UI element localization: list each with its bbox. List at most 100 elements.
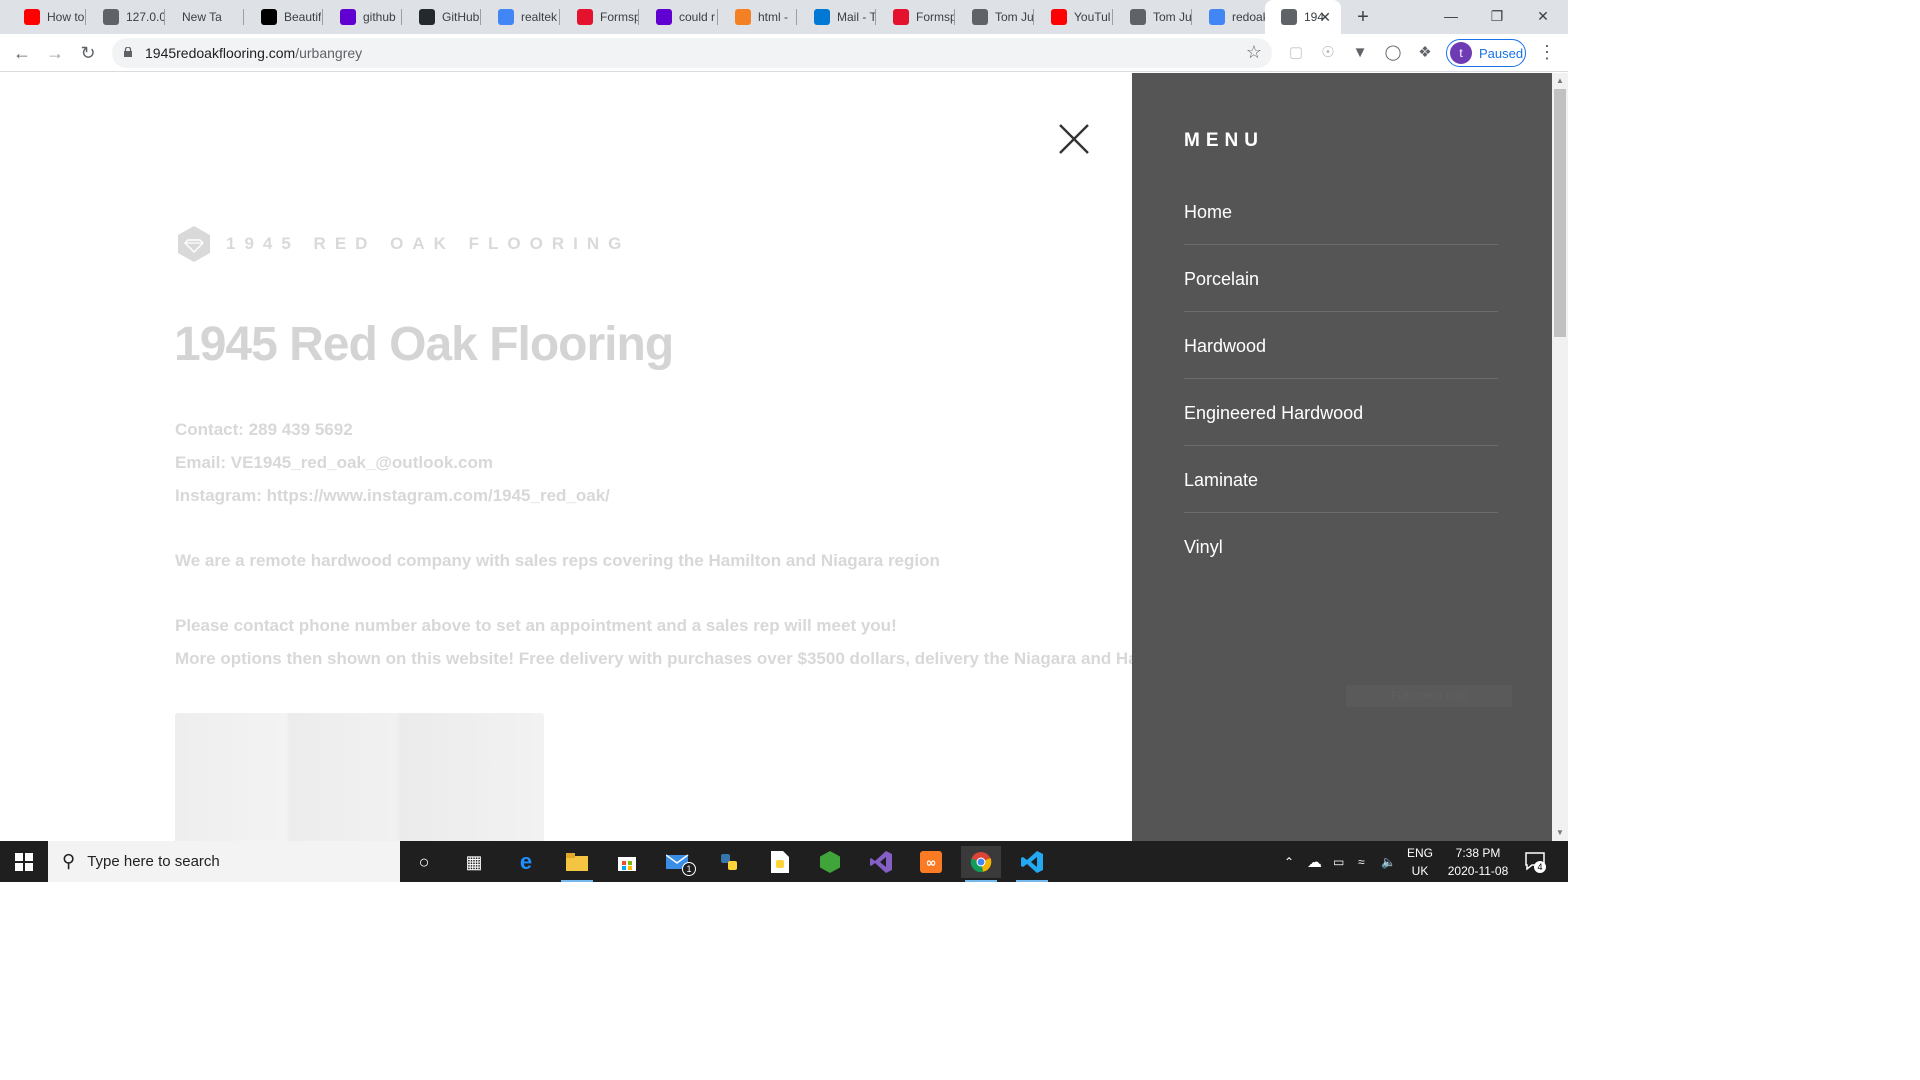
store-icon[interactable]: [607, 846, 647, 878]
window-close-button[interactable]: ✕: [1520, 0, 1566, 34]
tab-separator: [1112, 9, 1113, 25]
tab-separator: [875, 9, 876, 25]
extension-icon[interactable]: ▢: [1286, 43, 1306, 63]
menu-item-hardwood[interactable]: Hardwood: [1184, 312, 1498, 379]
browser-tab[interactable]: Tom Ju: [956, 0, 1034, 34]
extension-icon[interactable]: ☉: [1318, 43, 1338, 63]
menu-item-porcelain[interactable]: Porcelain: [1184, 245, 1498, 312]
taskbar-search-box[interactable]: ⚲ Type here to search: [48, 841, 400, 882]
tab-separator: [85, 9, 86, 25]
page-title: 1945 Red Oak Flooring: [174, 318, 674, 371]
outlook-icon: [814, 9, 830, 25]
task-view-icon[interactable]: ▦: [454, 846, 494, 878]
extension-icon[interactable]: ◯: [1383, 43, 1403, 63]
bookmark-star-icon[interactable]: ☆: [1246, 42, 1262, 63]
reload-icon[interactable]: ↻: [76, 41, 100, 65]
menu-list: Home Porcelain Hardwood Engineered Hardwood…: [1184, 178, 1498, 580]
cortana-icon[interactable]: ○: [404, 846, 444, 878]
back-arrow-icon[interactable]: ←: [10, 41, 34, 65]
xampp-icon[interactable]: ∞: [911, 846, 951, 878]
flooring-image: [175, 713, 544, 841]
chrome-icon[interactable]: [961, 846, 1001, 882]
browser-tab[interactable]: YouTul: [1035, 0, 1113, 34]
browser-tab[interactable]: Beautif: [245, 0, 323, 34]
tab-label: YouTul: [1074, 10, 1111, 24]
clock-time: 7:38 PM: [1455, 846, 1501, 860]
site-logo[interactable]: 1945 RED OAK FLOORING: [176, 225, 630, 263]
volume-icon[interactable]: 🔈: [1381, 841, 1396, 882]
browser-tab[interactable]: 127.0.0: [87, 0, 165, 34]
browser-tab[interactable]: 194 ✕: [1265, 0, 1341, 34]
browser-tab[interactable]: Tom Ju: [1114, 0, 1192, 34]
browser-tab[interactable]: github: [324, 0, 402, 34]
tab-label: realtek: [521, 10, 558, 24]
browser-tab[interactable]: GitHub: [403, 0, 481, 34]
page-scrollbar[interactable]: ▲ ▼: [1552, 73, 1568, 841]
wifi-icon[interactable]: ≈: [1358, 841, 1365, 882]
formspree-icon: [893, 9, 909, 25]
globe-icon: [1130, 9, 1146, 25]
vscode-icon[interactable]: [1012, 846, 1052, 882]
svg-text:∞: ∞: [926, 856, 937, 871]
browser-tab[interactable]: realtek: [482, 0, 560, 34]
menu-item-engineered-hardwood[interactable]: Engineered Hardwood: [1184, 379, 1498, 446]
mail-badge: 1: [682, 862, 696, 876]
browser-tab[interactable]: Mail - T: [798, 0, 876, 34]
tab-separator: [638, 9, 639, 25]
globe-icon: [1281, 9, 1297, 25]
tab-separator: [717, 9, 718, 25]
diamond-logo-icon: [178, 226, 210, 262]
browser-tab[interactable]: html -: [719, 0, 797, 34]
tab-separator: [1191, 9, 1192, 25]
browser-tab[interactable]: could r: [640, 0, 718, 34]
browser-menu-icon[interactable]: ⋮: [1538, 42, 1556, 63]
url-path: /urbangrey: [295, 45, 363, 61]
minimize-button[interactable]: —: [1428, 0, 1474, 34]
language-indicator[interactable]: ENG UK: [1404, 844, 1436, 880]
options-text: More options then shown on this website!…: [175, 649, 1246, 668]
nodejs-icon[interactable]: [810, 846, 850, 878]
scrollbar-thumb[interactable]: [1554, 89, 1566, 337]
windows-start-icon[interactable]: [0, 841, 48, 882]
address-bar[interactable]: 1945redoakflooring.com/urbangrey ☆: [112, 38, 1272, 68]
profile-button[interactable]: t Paused: [1446, 39, 1526, 67]
show-hidden-icons-icon[interactable]: ⌃: [1284, 841, 1294, 882]
onedrive-icon[interactable]: ☁: [1307, 841, 1322, 882]
python-icon[interactable]: [709, 846, 749, 878]
mail-icon[interactable]: 1: [658, 846, 698, 878]
close-icon[interactable]: [1058, 123, 1090, 155]
brand-name: 1945 RED OAK FLOORING: [226, 234, 631, 253]
youtube-icon: [1051, 9, 1067, 25]
tab-label: New Tab: [182, 10, 222, 24]
visual-studio-icon[interactable]: [861, 846, 901, 878]
extensions-puzzle-icon[interactable]: ❖: [1415, 43, 1435, 63]
edge-icon[interactable]: e: [506, 846, 546, 878]
formspree-icon: [577, 9, 593, 25]
python-file-icon[interactable]: [760, 846, 800, 878]
new-tab-button[interactable]: +: [1352, 6, 1374, 28]
tab-close-icon[interactable]: ✕: [1319, 9, 1331, 26]
tab-label: Beautif: [284, 10, 322, 24]
browser-tab[interactable]: How to: [8, 0, 86, 34]
about-text: We are a remote hardwood company with sa…: [175, 551, 940, 570]
tab-label: Tom Ju: [995, 10, 1034, 24]
scroll-up-arrow-icon[interactable]: ▲: [1556, 76, 1564, 85]
battery-icon[interactable]: ▭: [1333, 841, 1344, 882]
forward-arrow-icon[interactable]: →: [43, 41, 67, 65]
browser-tab[interactable]: redoak: [1193, 0, 1271, 34]
browser-tab[interactable]: Formsp: [561, 0, 639, 34]
browser-tab[interactable]: New Tab: [166, 0, 244, 34]
action-center-icon[interactable]: 4: [1524, 850, 1546, 873]
system-clock[interactable]: 7:38 PM 2020-11-08: [1440, 844, 1516, 880]
tab-label: 127.0.0: [126, 10, 165, 24]
file-explorer-icon[interactable]: [557, 846, 597, 882]
menu-item-vinyl[interactable]: Vinyl: [1184, 513, 1498, 580]
tab-separator: [1033, 9, 1034, 25]
scroll-down-arrow-icon[interactable]: ▼: [1556, 828, 1564, 837]
app-icon: [261, 9, 277, 25]
vue-devtools-icon[interactable]: ▼: [1350, 43, 1370, 63]
restore-button[interactable]: ❐: [1474, 0, 1520, 34]
menu-item-home[interactable]: Home: [1184, 178, 1498, 245]
menu-item-laminate[interactable]: Laminate: [1184, 446, 1498, 513]
browser-tab[interactable]: Formsp: [877, 0, 955, 34]
